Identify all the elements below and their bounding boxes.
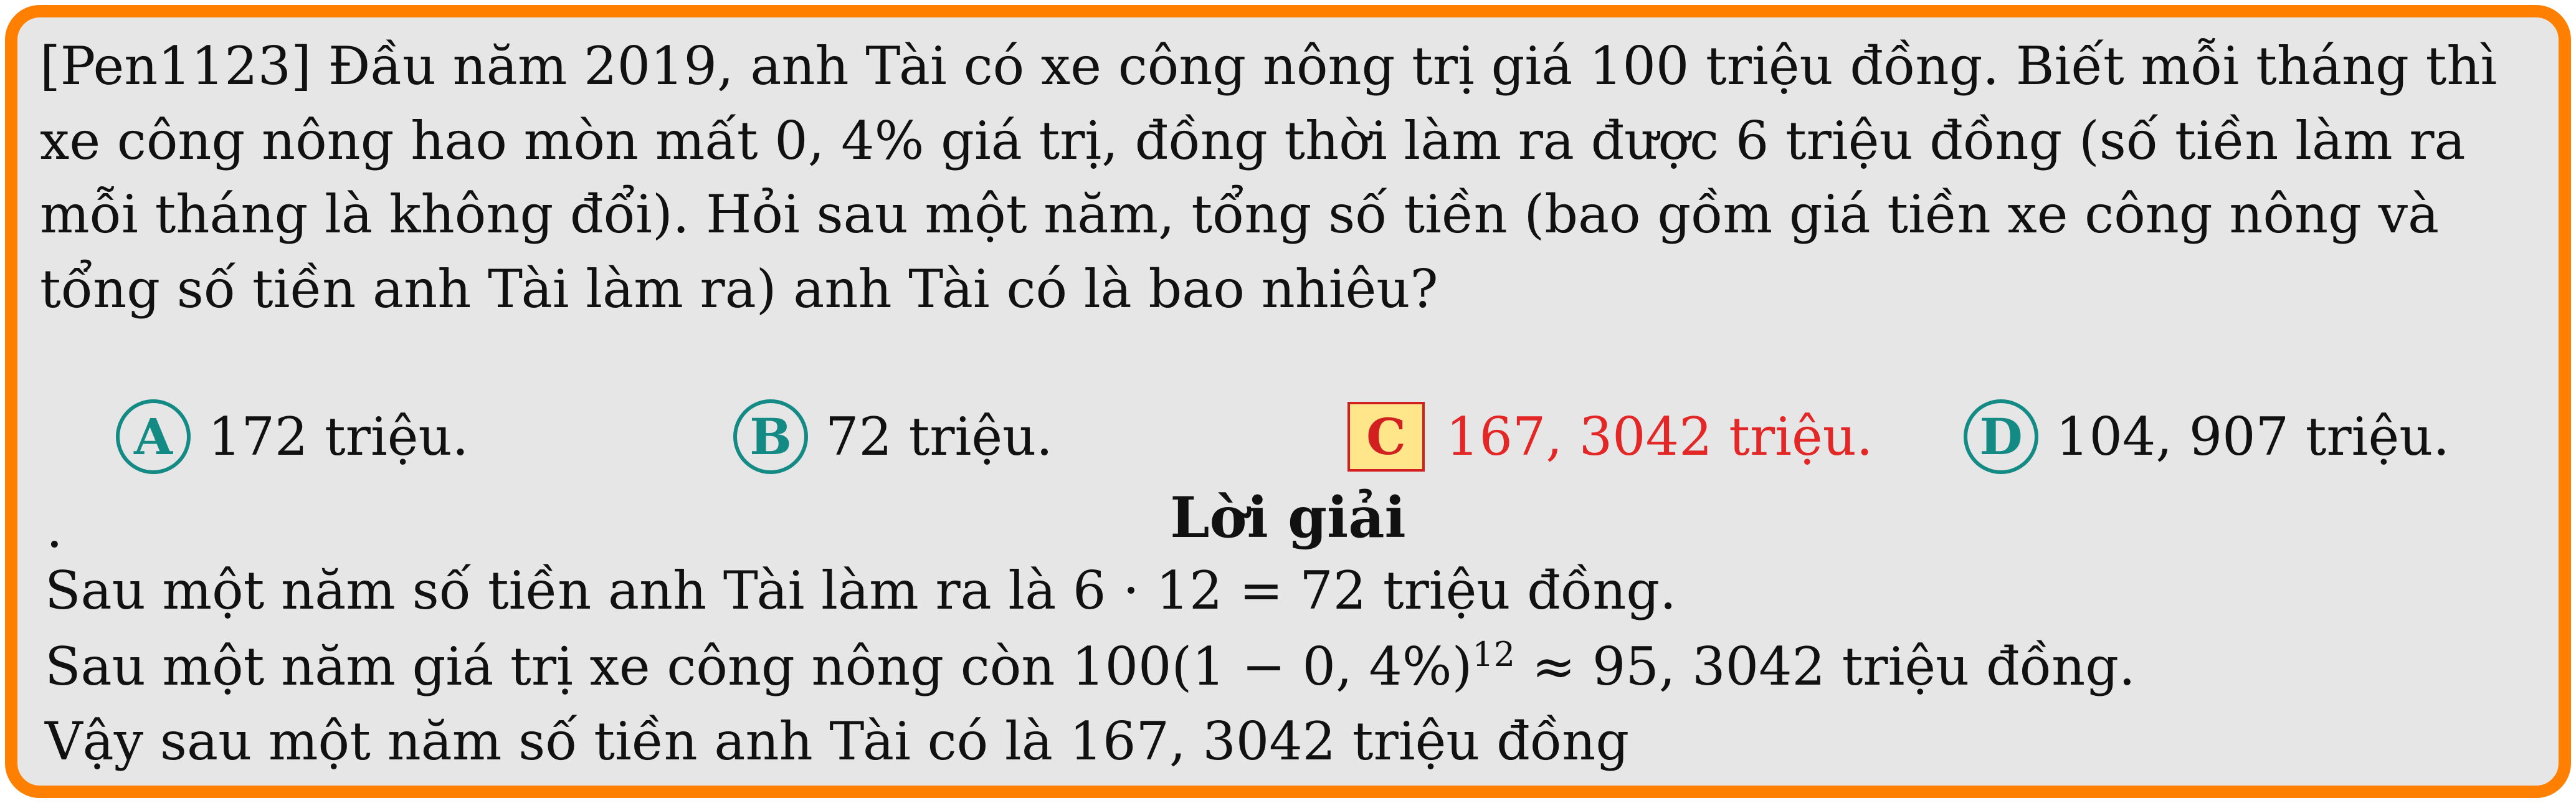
solution-line-3: Vậy sau một năm số tiền anh Tài có là 16…: [45, 711, 1630, 772]
solution-line-2-tail: ≈ 95, 3042 triệu đồng.: [1515, 636, 2136, 697]
solution-line-1: Sau một năm số tiền anh Tài làm ra là 6 …: [45, 560, 1676, 621]
question-line-2: xe công nông hao mòn mất 0, 4% giá trị, …: [40, 110, 2466, 171]
choice-d-text: 104, 907 triệu.: [2056, 406, 2450, 467]
choice-b-letter: B: [733, 399, 808, 474]
choice-a-text: 172 triệu.: [208, 406, 469, 467]
choice-d[interactable]: D 104, 907 triệu.: [1964, 399, 2450, 474]
solution-line-2-main: Sau một năm giá trị xe công nông còn 100…: [45, 636, 1473, 697]
question-line-4: tổng số tiền anh Tài làm ra) anh Tài có …: [40, 259, 1438, 320]
choice-b-text: 72 triệu.: [825, 406, 1053, 467]
choice-b[interactable]: B 72 triệu.: [733, 399, 1053, 474]
question-line-1: [Pen1123] Đầu năm 2019, anh Tài có xe cô…: [40, 36, 2498, 97]
choice-d-letter: D: [1964, 399, 2038, 474]
solution-line-2-exponent: 12: [1472, 635, 1516, 674]
choice-a-letter: A: [116, 399, 191, 474]
choice-a[interactable]: A 172 triệu.: [116, 399, 469, 474]
solution-line-2: Sau một năm giá trị xe công nông còn 100…: [45, 638, 2136, 693]
choice-c-letter: C: [1347, 402, 1425, 472]
choice-c-correct[interactable]: C 167, 3042 triệu.: [1347, 402, 1873, 472]
choice-c-text: 167, 3042 triệu.: [1446, 406, 1873, 467]
question-line-3: mỗi tháng là không đổi). Hỏi sau một năm…: [40, 184, 2440, 245]
solution-title: Lời giải: [1170, 485, 1406, 551]
